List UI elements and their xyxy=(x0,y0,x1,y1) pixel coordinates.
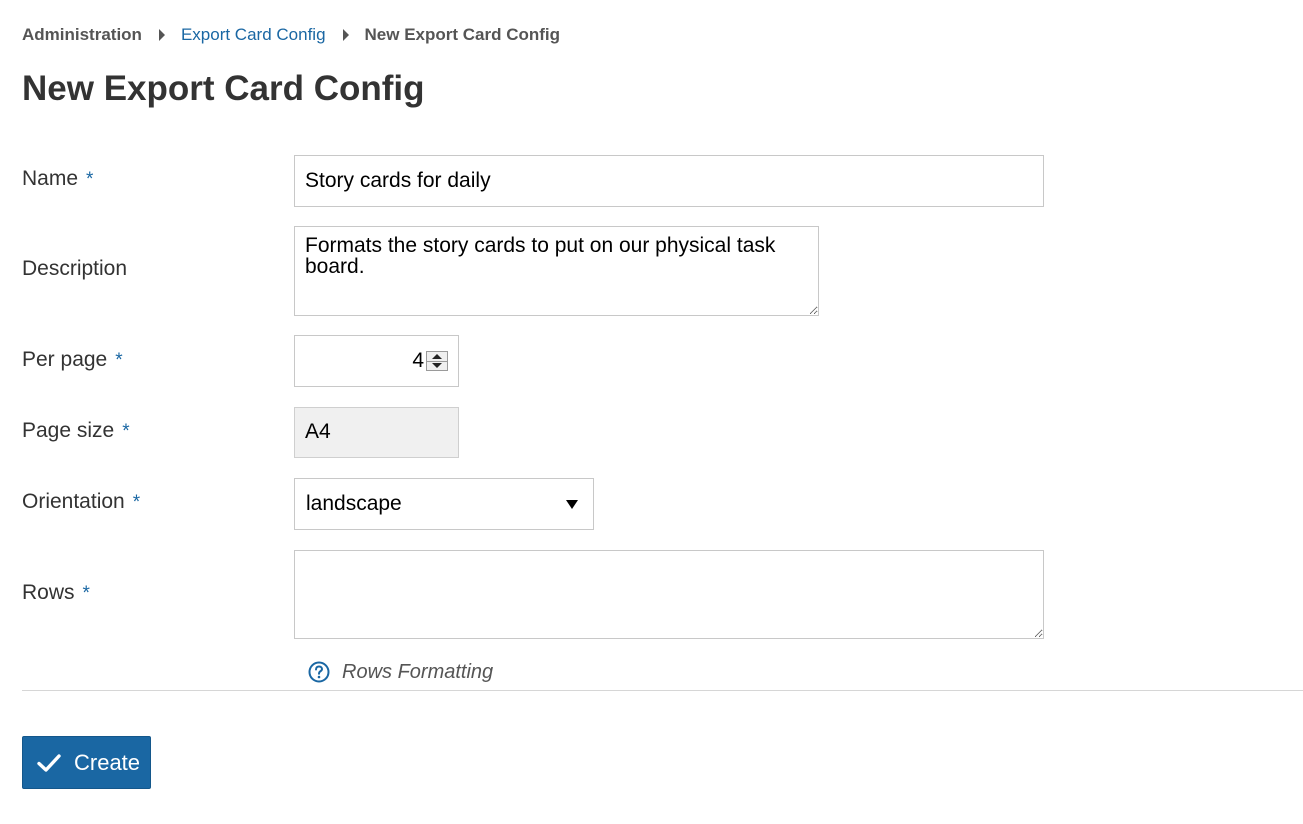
help-link-text: Rows Formatting xyxy=(342,661,494,683)
caret-right-icon xyxy=(158,29,165,41)
breadcrumb-export-card-config-link[interactable]: Export Card Config xyxy=(181,24,326,46)
dropdown-arrow-icon xyxy=(566,500,578,509)
per-page-stepper[interactable] xyxy=(426,351,448,371)
decrement-button[interactable] xyxy=(427,360,447,371)
required-marker: * xyxy=(115,350,123,371)
breadcrumb-current: New Export Card Config xyxy=(364,25,561,44)
name-label-text: Name xyxy=(22,167,79,190)
page-size-field: A4 xyxy=(294,407,459,458)
page-size-label: Page size * xyxy=(22,418,130,445)
page: Administration Export Card Config New Ex… xyxy=(0,0,1303,824)
breadcrumb: Administration Export Card Config New Ex… xyxy=(22,24,560,46)
page-size-label-text: Page size xyxy=(22,419,115,442)
description-label-text: Description xyxy=(22,257,128,280)
rows-label-text: Rows xyxy=(22,581,75,604)
required-marker: * xyxy=(86,169,94,190)
page-title: New Export Card Config xyxy=(22,69,425,108)
per-page-label-text: Per page xyxy=(22,348,108,371)
orientation-select[interactable]: landscape xyxy=(294,478,594,530)
divider xyxy=(22,690,1303,691)
required-marker: * xyxy=(122,421,130,442)
orientation-label: Orientation * xyxy=(22,489,140,516)
rows-textarea[interactable] xyxy=(294,550,1044,639)
description-textarea[interactable]: Formats the story cards to put on our ph… xyxy=(294,226,819,316)
orientation-label-text: Orientation xyxy=(22,490,125,513)
question-circle-icon xyxy=(308,661,330,683)
checkmark-icon xyxy=(37,753,61,773)
required-marker: * xyxy=(132,492,141,513)
required-marker: * xyxy=(82,583,90,604)
arrow-down-icon xyxy=(432,363,442,369)
name-label: Name * xyxy=(22,166,93,193)
rows-label: Rows * xyxy=(22,580,90,607)
per-page-label: Per page * xyxy=(22,347,123,374)
per-page-input[interactable]: 4 xyxy=(294,335,459,387)
page-size-value: A4 xyxy=(305,420,331,443)
rows-formatting-help-link[interactable]: Rows Formatting xyxy=(308,659,493,685)
orientation-selected-value: landscape xyxy=(306,492,402,515)
arrow-up-icon xyxy=(432,353,442,359)
increment-button[interactable] xyxy=(427,352,447,361)
name-input[interactable] xyxy=(294,155,1044,207)
create-button-label: Create xyxy=(74,749,141,775)
breadcrumb-administration: Administration xyxy=(22,25,142,44)
caret-right-icon xyxy=(342,29,349,41)
per-page-value: 4 xyxy=(412,349,424,372)
description-label: Description xyxy=(22,256,127,282)
create-button[interactable]: Create xyxy=(22,736,151,789)
